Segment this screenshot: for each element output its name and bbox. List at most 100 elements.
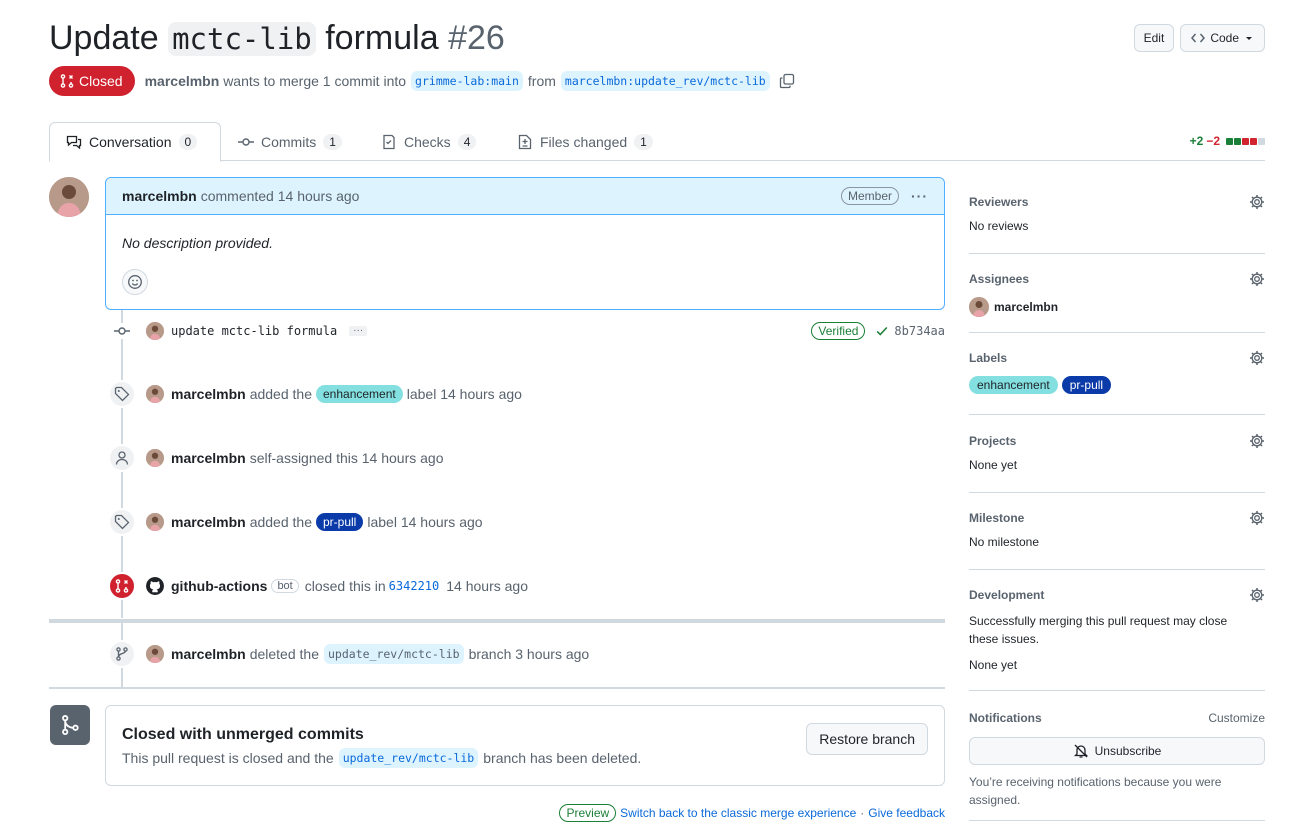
from-text: from: [527, 73, 556, 89]
person-icon: [108, 444, 136, 472]
timeline-event-assigned: marcelmbn self-assigned this 14 hours ag…: [108, 444, 444, 472]
gear-icon[interactable]: [1249, 510, 1265, 526]
page-title: Update mctc-lib formula #26: [49, 16, 505, 61]
classic-merge-link[interactable]: Switch back to the classic merge experie…: [620, 806, 856, 820]
gear-icon[interactable]: [1249, 194, 1265, 210]
merge-text: wants to merge 1 commit into: [223, 73, 407, 89]
avatar[interactable]: [49, 177, 89, 217]
comment-timestamp[interactable]: commented 14 hours ago: [201, 188, 360, 204]
tab-label: Files changed: [540, 133, 628, 150]
tab-count: 1: [323, 133, 342, 150]
pr-tabs: Conversation 0 Commits 1 Checks 4 Files …: [49, 122, 1265, 162]
file-diff-icon: [517, 134, 533, 150]
edit-button[interactable]: Edit: [1133, 24, 1175, 52]
git-merge-icon: [50, 705, 90, 745]
projects-value: None yet: [969, 458, 1018, 472]
author-link[interactable]: marcelmbn: [145, 73, 220, 89]
tag-icon: [108, 508, 136, 536]
verified-badge[interactable]: Verified: [811, 322, 866, 340]
customize-link[interactable]: Customize: [1208, 711, 1265, 725]
smiley-icon[interactable]: [122, 269, 148, 295]
tab-label: Conversation: [89, 134, 172, 150]
gear-icon[interactable]: [1249, 271, 1265, 287]
merge-status-box: Closed with unmerged commits This pull r…: [105, 705, 945, 786]
merge-desc-text: This pull request is closed and the: [122, 750, 334, 766]
copy-icon[interactable]: [779, 73, 795, 89]
tag-icon: [108, 380, 136, 408]
event-actor[interactable]: github-actions: [171, 578, 267, 594]
tab-count: 0: [178, 134, 198, 150]
sidebar-heading[interactable]: Labels: [969, 351, 1007, 365]
event-actor[interactable]: marcelmbn: [171, 450, 246, 466]
tab-conversation[interactable]: Conversation 0: [49, 122, 221, 162]
restore-branch-button[interactable]: Restore branch: [806, 723, 928, 755]
event-text: added the: [249, 386, 312, 402]
label-pr-pull[interactable]: pr-pull: [316, 513, 364, 531]
sidebar-assignees: Assignees marcelmbn: [969, 270, 1265, 333]
avatar[interactable]: [146, 385, 164, 403]
tab-count: 4: [457, 133, 477, 150]
status-label: Closed: [79, 73, 123, 89]
check-icon[interactable]: [875, 324, 889, 338]
tab-commits[interactable]: Commits 1: [222, 122, 358, 161]
comment-box: marcelmbn commented 14 hours ago Member …: [105, 177, 945, 310]
tab-label: Checks: [404, 133, 451, 150]
avatar[interactable]: [969, 297, 989, 317]
diffstat-bar: [1225, 137, 1265, 145]
github-logo-icon[interactable]: [146, 577, 164, 595]
event-text: closed this in: [304, 578, 386, 594]
event-text: 14 hours ago: [446, 578, 528, 594]
head-branch[interactable]: marcelmbn:update_rev/mctc-lib: [560, 71, 770, 91]
event-actor[interactable]: marcelmbn: [171, 386, 246, 402]
notifications-note: You’re receiving notifications because y…: [969, 775, 1222, 807]
feedback-link[interactable]: Give feedback: [868, 806, 945, 820]
assignee-name[interactable]: marcelmbn: [994, 300, 1058, 314]
preview-badge: Preview: [559, 804, 617, 822]
commit-message[interactable]: update mctc-lib formula: [171, 324, 337, 338]
closing-commit-link[interactable]: 6342210: [389, 579, 440, 593]
merge-branch[interactable]: update_rev/mctc-lib: [338, 748, 479, 768]
deleted-branch: update_rev/mctc-lib: [324, 644, 464, 664]
sidebar-heading[interactable]: Development: [969, 588, 1044, 602]
label-enhancement[interactable]: enhancement: [969, 376, 1058, 394]
avatar[interactable]: [146, 322, 164, 340]
event-text: branch 3 hours ago: [468, 646, 590, 662]
avatar[interactable]: [146, 645, 164, 663]
gear-icon[interactable]: [1249, 350, 1265, 366]
event-actor[interactable]: marcelmbn: [171, 514, 246, 530]
development-text: Successfully merging this pull request m…: [969, 614, 1228, 646]
comment-author[interactable]: marcelmbn: [122, 188, 197, 204]
kebab-horizontal-icon[interactable]: ···: [911, 188, 928, 204]
sidebar-notifications: Notifications Customize Unsubscribe You’r…: [969, 709, 1265, 821]
unsubscribe-button[interactable]: Unsubscribe: [969, 737, 1265, 765]
sidebar-projects: Projects None yet: [969, 432, 1265, 493]
sidebar-development: Development Successfully merging this pu…: [969, 586, 1265, 691]
commit-icon: [238, 134, 254, 150]
sidebar-heading[interactable]: Projects: [969, 434, 1016, 448]
tab-label: Commits: [261, 133, 317, 150]
tab-count: 1: [634, 133, 653, 150]
comment-body: No description provided.: [122, 235, 273, 251]
commit-expand-button[interactable]: ···: [349, 326, 368, 336]
status-badge: Closed: [49, 66, 135, 96]
avatar[interactable]: [146, 449, 164, 467]
gear-icon[interactable]: [1249, 433, 1265, 449]
sidebar-milestone: Milestone No milestone: [969, 509, 1265, 570]
title-text: Update: [49, 19, 159, 57]
sidebar-heading: Notifications: [969, 711, 1042, 725]
event-actor[interactable]: marcelmbn: [171, 646, 246, 662]
tab-files-changed[interactable]: Files changed 1: [501, 122, 669, 161]
commit-sha[interactable]: 8b734aa: [894, 324, 945, 338]
label-pr-pull[interactable]: pr-pull: [1061, 376, 1112, 394]
gear-icon[interactable]: [1249, 587, 1265, 603]
tab-checks[interactable]: Checks 4: [365, 122, 492, 161]
comment-discussion-icon: [66, 134, 82, 150]
label-enhancement[interactable]: enhancement: [316, 385, 403, 403]
sidebar-heading[interactable]: Reviewers: [969, 195, 1028, 209]
avatar[interactable]: [146, 513, 164, 531]
sidebar-heading[interactable]: Milestone: [969, 511, 1024, 525]
code-button[interactable]: Code: [1180, 24, 1265, 52]
base-branch[interactable]: grimme-lab:main: [411, 71, 523, 91]
commit-item: update mctc-lib formula ··· Verified 8b7…: [108, 319, 945, 343]
sidebar-heading[interactable]: Assignees: [969, 272, 1029, 286]
